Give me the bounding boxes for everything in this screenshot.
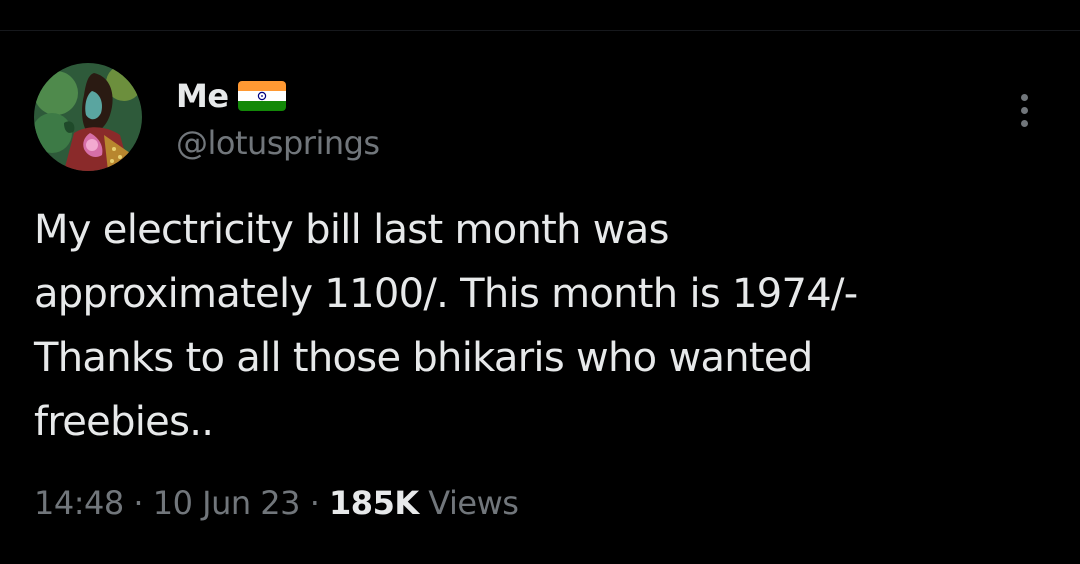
tweet-text-line: My electricity bill last month was	[34, 207, 669, 253]
more-options-icon-dot	[1020, 106, 1028, 114]
author-handle[interactable]: @lotusprings	[176, 124, 380, 162]
author-name-row: Me	[176, 74, 286, 118]
tweet-time[interactable]: 14:48	[34, 484, 124, 522]
more-options-icon-dot	[1020, 119, 1028, 127]
more-options-button[interactable]	[1008, 88, 1040, 132]
views-link[interactable]: 185K Views	[329, 484, 519, 522]
avatar-image	[34, 63, 142, 171]
tweet-date[interactable]: 10 Jun 23	[153, 484, 301, 522]
meta-separator: ·	[309, 484, 330, 522]
tweet[interactable]: Me @lotusprings My electricity bill last…	[0, 0, 1080, 564]
meta-separator: ·	[133, 484, 153, 522]
tweet-text-line: Thanks to all those bhikaris who wanted	[34, 335, 813, 381]
display-name[interactable]: Me	[176, 77, 229, 115]
tweet-text-line: freebies..	[34, 399, 214, 445]
tweet-meta: 14:48 · 10 Jun 23 · 185K Views	[34, 484, 519, 522]
views-count: 185K	[329, 484, 419, 522]
more-options-icon-dot	[1020, 93, 1028, 101]
avatar[interactable]	[34, 63, 142, 171]
tweet-text-line: approximately 1100/. This month is 1974/…	[34, 271, 858, 317]
tweet-text: My electricity bill last month was appro…	[34, 198, 1044, 454]
views-label: Views	[428, 484, 519, 522]
india-flag-icon	[237, 81, 286, 111]
